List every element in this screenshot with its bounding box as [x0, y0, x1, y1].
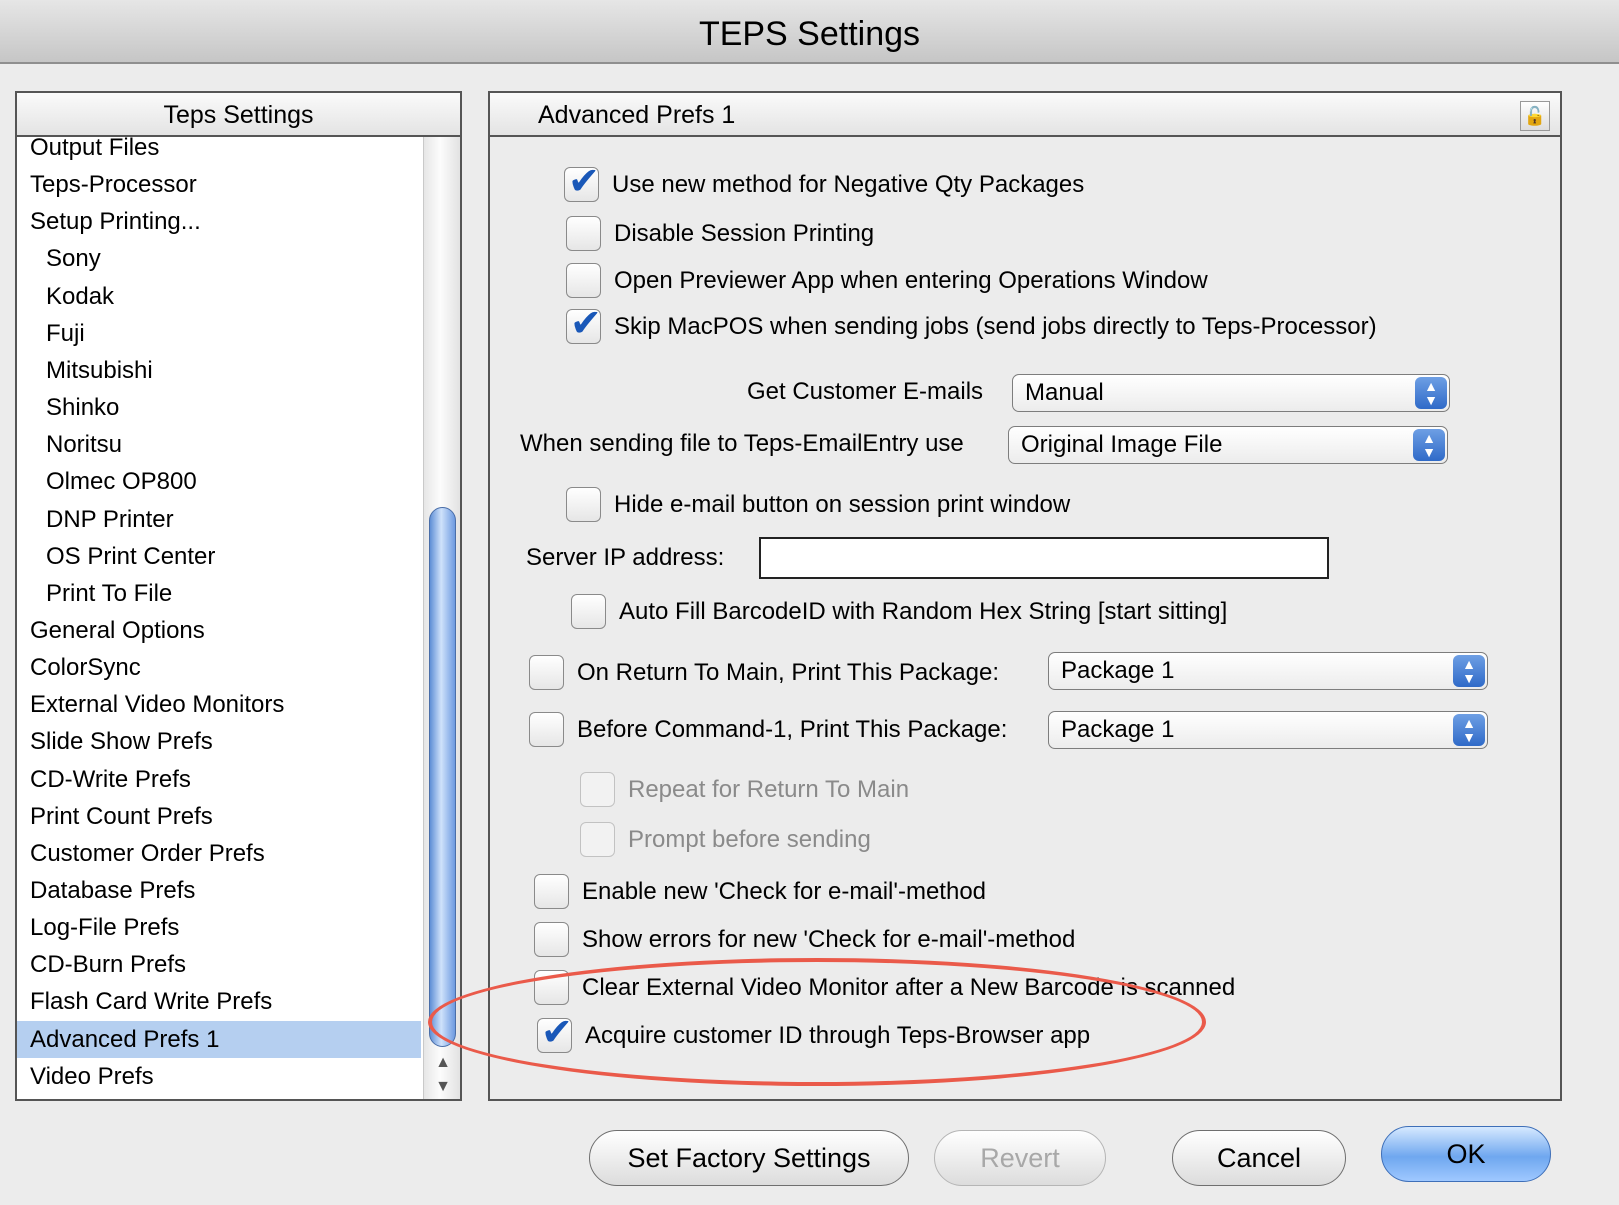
enable-check-label: Enable new 'Check for e-mail'-method	[582, 877, 987, 905]
sidebar-item[interactable]: Log-File Prefs	[17, 909, 421, 946]
sidebar-item[interactable]: DNP Printer	[17, 501, 421, 538]
popup-arrows-icon: ▲ ▼	[1413, 429, 1445, 461]
return-main-checkbox[interactable]	[529, 655, 564, 690]
window-title: TEPS Settings	[0, 0, 1619, 64]
sidebar-item[interactable]: CD-Burn Prefs	[17, 946, 421, 983]
auto-fill-option[interactable]: Auto Fill BarcodeID with Random Hex Stri…	[571, 594, 1227, 629]
scroll-down-arrow-icon[interactable]: ▼	[432, 1077, 454, 1097]
open-previewer-checkbox[interactable]	[566, 263, 601, 298]
open-previewer-option[interactable]: Open Previewer App when entering Operati…	[566, 263, 1208, 298]
sidebar-item[interactable]: Flash Card Write Prefs	[17, 983, 421, 1020]
settings-list-scrollbar[interactable]: ▲ ▼	[423, 137, 460, 1099]
server-ip-label: Server IP address:	[526, 544, 725, 571]
clear-monitor-label: Clear External Video Monitor after a New…	[582, 973, 1236, 1001]
acquire-id-checkbox[interactable]	[537, 1010, 573, 1055]
get-emails-select[interactable]: Manual ▲ ▼	[1012, 374, 1450, 412]
return-main-label: On Return To Main, Print This Package:	[577, 658, 999, 686]
get-emails-label: Get Customer E-mails	[747, 378, 984, 405]
sidebar-item[interactable]: Kodak	[17, 278, 421, 315]
prompt-send-label: Prompt before sending	[628, 825, 871, 853]
get-emails-value: Manual	[1025, 379, 1104, 406]
sidebar-item[interactable]: OS Print Center	[17, 538, 421, 575]
before-cmd-package-value: Package 1	[1061, 716, 1175, 743]
sidebar-item[interactable]: Print Count Prefs	[17, 798, 421, 835]
sidebar-item[interactable]: Noritsu	[17, 426, 421, 463]
email-entry-value: Original Image File	[1021, 431, 1223, 458]
sidebar-item[interactable]: Print To File	[17, 575, 421, 612]
hide-email-checkbox[interactable]	[566, 487, 601, 522]
before-cmd-label: Before Command-1, Print This Package:	[577, 715, 1008, 743]
repeat-return-label: Repeat for Return To Main	[628, 775, 910, 803]
neg-qty-label: Use new method for Negative Qty Packages	[612, 170, 1085, 198]
acquire-id-label: Acquire customer ID through Teps-Browser…	[585, 1021, 1091, 1049]
clear-monitor-option[interactable]: Clear External Video Monitor after a New…	[534, 970, 1235, 1005]
clear-monitor-checkbox[interactable]	[534, 970, 569, 1005]
sidebar-item[interactable]: Sony	[17, 240, 421, 277]
show-errors-label: Show errors for new 'Check for e-mail'-m…	[582, 925, 1076, 953]
neg-qty-option[interactable]: Use new method for Negative Qty Packages	[564, 159, 1085, 204]
settings-list-header: Teps Settings	[17, 93, 460, 137]
repeat-return-option: Repeat for Return To Main	[580, 772, 909, 807]
settings-list: Teps Settings Output Files Teps-Processor…	[15, 91, 462, 1101]
before-cmd-checkbox[interactable]	[529, 712, 564, 747]
server-ip-field[interactable]	[759, 537, 1329, 579]
skip-macpos-label: Skip MacPOS when sending jobs (send jobs…	[614, 312, 1377, 340]
sidebar-item[interactable]: External Video Monitors	[17, 686, 421, 723]
hide-email-label: Hide e-mail button on session print wind…	[614, 490, 1071, 518]
sidebar-item[interactable]: General Options	[17, 612, 421, 649]
popup-arrows-icon: ▲ ▼	[1453, 714, 1485, 746]
prefs-panel-title: Advanced Prefs 1	[538, 101, 736, 129]
skip-macpos-option[interactable]: Skip MacPOS when sending jobs (send jobs…	[566, 301, 1377, 346]
revert-button[interactable]: Revert	[934, 1130, 1106, 1186]
return-main-option[interactable]: On Return To Main, Print This Package:	[529, 655, 999, 690]
settings-list-body: Output Files Teps-Processor Setup Printing…	[17, 137, 421, 1099]
prompt-send-checkbox	[580, 822, 615, 857]
sidebar-item[interactable]: Database Prefs	[17, 872, 421, 909]
sidebar-item[interactable]: Shinko	[17, 389, 421, 426]
sidebar-item[interactable]: Setup Printing...	[17, 203, 421, 240]
show-errors-option[interactable]: Show errors for new 'Check for e-mail'-m…	[534, 922, 1075, 957]
auto-fill-label: Auto Fill BarcodeID with Random Hex Stri…	[619, 597, 1228, 625]
acquire-id-option[interactable]: Acquire customer ID through Teps-Browser…	[537, 1010, 1091, 1055]
popup-arrows-icon: ▲ ▼	[1415, 377, 1447, 409]
disable-session-option[interactable]: Disable Session Printing	[566, 216, 874, 251]
disable-session-label: Disable Session Printing	[614, 219, 875, 247]
sidebar-item[interactable]: ColorSync	[17, 649, 421, 686]
cancel-button[interactable]: Cancel	[1172, 1130, 1346, 1186]
prompt-send-option: Prompt before sending	[580, 822, 871, 857]
return-main-package-select[interactable]: Package 1 ▲ ▼	[1048, 652, 1488, 690]
before-cmd-package-select[interactable]: Package 1 ▲ ▼	[1048, 711, 1488, 749]
sidebar-item[interactable]: Advanced Prefs 1	[17, 1020, 421, 1058]
hide-email-option[interactable]: Hide e-mail button on session print wind…	[566, 487, 1070, 522]
email-entry-label: When sending file to Teps-EmailEntry use	[520, 430, 964, 457]
show-errors-checkbox[interactable]	[534, 922, 569, 957]
sidebar-item[interactable]: Video Prefs	[17, 1058, 421, 1095]
popup-arrows-icon: ▲ ▼	[1453, 655, 1485, 687]
sidebar-item[interactable]: Customer Order Prefs	[17, 835, 421, 872]
skip-macpos-checkbox[interactable]	[566, 301, 602, 346]
scrollbar-thumb[interactable]	[429, 507, 456, 1047]
lock-icon[interactable]: 🔓	[1520, 101, 1550, 131]
enable-check-option[interactable]: Enable new 'Check for e-mail'-method	[534, 874, 986, 909]
enable-check-checkbox[interactable]	[534, 874, 569, 909]
open-previewer-label: Open Previewer App when entering Operati…	[614, 266, 1208, 294]
sidebar-item[interactable]: Slide Show Prefs	[17, 723, 421, 760]
scroll-up-arrow-icon[interactable]: ▲	[432, 1053, 454, 1073]
return-main-package-value: Package 1	[1061, 657, 1175, 684]
repeat-return-checkbox	[580, 772, 615, 807]
sidebar-item[interactable]: CD-Write Prefs	[17, 761, 421, 798]
before-cmd-option[interactable]: Before Command-1, Print This Package:	[529, 712, 1007, 747]
ok-button[interactable]: OK	[1381, 1126, 1551, 1182]
sidebar-item[interactable]: Output Files	[17, 137, 421, 166]
disable-session-checkbox[interactable]	[566, 216, 601, 251]
neg-qty-checkbox[interactable]	[564, 159, 600, 204]
auto-fill-checkbox[interactable]	[571, 594, 606, 629]
sidebar-item[interactable]: Olmec OP800	[17, 463, 421, 500]
set-factory-settings-button[interactable]: Set Factory Settings	[589, 1130, 909, 1186]
sidebar-item[interactable]: Mitsubishi	[17, 352, 421, 389]
email-entry-select[interactable]: Original Image File ▲ ▼	[1008, 426, 1448, 464]
prefs-panel-header: Advanced Prefs 1 🔓	[490, 93, 1560, 137]
sidebar-item[interactable]: Fuji	[17, 315, 421, 352]
sidebar-item[interactable]: Teps-Processor	[17, 166, 421, 203]
